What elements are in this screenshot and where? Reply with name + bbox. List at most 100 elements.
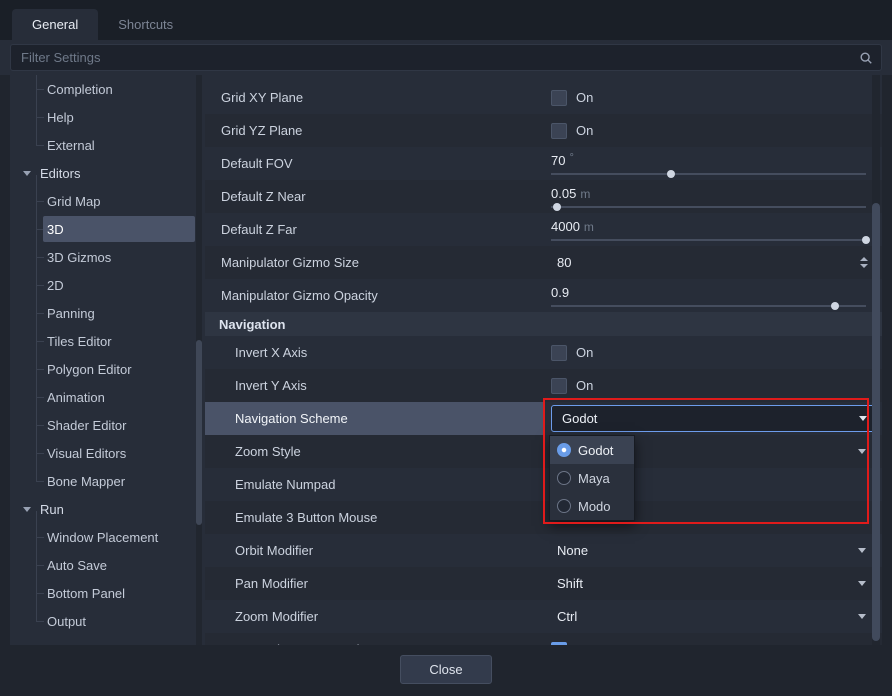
sidebar-item-shader-editor[interactable]: Shader Editor <box>10 411 205 439</box>
checkbox-label: On <box>576 378 593 393</box>
sidebar-item-visual-editors[interactable]: Visual Editors <box>10 439 205 467</box>
sidebar-item-label: Panning <box>47 306 95 321</box>
dropdown-option-label: Godot <box>578 443 613 458</box>
slider-grabber[interactable] <box>862 236 870 244</box>
checkbox[interactable] <box>551 345 567 361</box>
sidebar-item-label: Run <box>40 502 64 517</box>
slider-grabber[interactable] <box>667 170 675 178</box>
settings-content: Completion Help External Editors Grid Ma… <box>10 75 882 645</box>
sidebar-item-3d-gizmos[interactable]: 3D Gizmos <box>10 243 205 271</box>
setting-label[interactable]: Default Z Far <box>205 213 545 246</box>
setting-label[interactable]: Default FOV <box>205 147 545 180</box>
checkbox[interactable] <box>551 123 567 139</box>
sidebar-item-bone-mapper[interactable]: Bone Mapper <box>10 467 205 495</box>
spinner-arrows-icon[interactable] <box>860 257 868 268</box>
setting-row-navigation-scheme: Navigation Scheme Godot <box>205 402 882 435</box>
setting-label[interactable]: Invert X Axis <box>205 336 545 369</box>
radio-icon <box>557 499 571 513</box>
sidebar-item-help[interactable]: Help <box>10 103 205 131</box>
slider-value[interactable]: 70 <box>551 153 565 168</box>
slider-grabber[interactable] <box>553 203 561 211</box>
tree-scrollbar[interactable] <box>196 75 202 645</box>
sidebar-item-label: Polygon Editor <box>47 362 132 377</box>
filter-settings-field[interactable] <box>10 44 882 71</box>
setting-label[interactable]: Emulate Numpad <box>205 468 545 501</box>
sidebar-item-label: Editors <box>40 166 80 181</box>
sidebar-item-external[interactable]: External <box>10 131 205 159</box>
setting-label[interactable]: Orbit Modifier <box>205 534 545 567</box>
chevron-down-icon[interactable] <box>858 449 866 454</box>
sidebar-item-bottom-panel[interactable]: Bottom Panel <box>10 579 205 607</box>
slider-grabber[interactable] <box>831 302 839 310</box>
setting-row: Manipulator Gizmo Opacity 0.9 <box>205 279 882 312</box>
settings-scrollbar[interactable] <box>872 75 880 645</box>
dropdown-option-maya[interactable]: Maya <box>550 464 634 492</box>
tree-scrollbar-thumb[interactable] <box>196 340 202 525</box>
setting-label[interactable]: Grid YZ Plane <box>205 114 545 147</box>
sidebar-item-animation[interactable]: Animation <box>10 383 205 411</box>
tab-label: General <box>32 17 78 32</box>
chevron-down-icon[interactable] <box>858 548 866 553</box>
checkbox[interactable] <box>551 90 567 106</box>
slider-value[interactable]: 0.9 <box>551 285 569 300</box>
sidebar-item-panning[interactable]: Panning <box>10 299 205 327</box>
settings-tree: Completion Help External Editors Grid Ma… <box>10 75 205 645</box>
sidebar-item-polygon-editor[interactable]: Polygon Editor <box>10 355 205 383</box>
sidebar-item-run[interactable]: Run <box>10 495 205 523</box>
sidebar-item-auto-save[interactable]: Auto Save <box>10 551 205 579</box>
sidebar-item-output[interactable]: Output <box>10 607 205 635</box>
sidebar-item-label: Window Placement <box>47 530 158 545</box>
dropdown-option-modo[interactable]: Modo <box>550 492 634 520</box>
spinner-value[interactable]: 80 <box>551 255 571 270</box>
slider-track[interactable] <box>551 239 866 241</box>
close-button[interactable]: Close <box>400 655 491 684</box>
setting-label[interactable]: Invert Y Axis <box>205 369 545 402</box>
setting-row: Default Z Near 0.05 m <box>205 180 882 213</box>
sidebar-item-completion[interactable]: Completion <box>10 75 205 103</box>
sidebar-item-label: Visual Editors <box>47 446 126 461</box>
chevron-down-icon <box>23 171 31 176</box>
chevron-down-icon[interactable] <box>858 614 866 619</box>
sidebar-item-label: Auto Save <box>47 558 107 573</box>
sidebar-item-tiles-editor[interactable]: Tiles Editor <box>10 327 205 355</box>
slider-track[interactable] <box>551 206 866 208</box>
sidebar-item-window-placement[interactable]: Window Placement <box>10 523 205 551</box>
setting-label[interactable]: Manipulator Gizmo Opacity <box>205 279 545 312</box>
setting-label[interactable]: Navigation Scheme <box>205 402 545 435</box>
settings-scrollbar-thumb[interactable] <box>872 203 880 641</box>
sidebar-item-label: External <box>47 138 95 153</box>
chevron-down-icon <box>23 507 31 512</box>
sidebar-item-grid-map[interactable]: Grid Map <box>10 187 205 215</box>
search-input[interactable] <box>19 49 859 66</box>
setting-label[interactable]: Warped Mouse Panning <box>205 633 545 645</box>
setting-label[interactable]: Default Z Near <box>205 180 545 213</box>
value-suffix: m <box>580 187 590 201</box>
setting-row: Zoom Modifier Ctrl <box>205 600 882 633</box>
section-header-navigation: Navigation <box>205 312 882 336</box>
sidebar-item-label: Completion <box>47 82 113 97</box>
tab-shortcuts[interactable]: Shortcuts <box>98 9 193 40</box>
slider-track[interactable] <box>551 173 866 175</box>
sidebar-item-editors[interactable]: Editors <box>10 159 205 187</box>
slider-value[interactable]: 0.05 <box>551 186 576 201</box>
slider-track[interactable] <box>551 305 866 307</box>
sidebar-item-3d[interactable]: 3D <box>10 215 205 243</box>
setting-label[interactable]: Zoom Style <box>205 435 545 468</box>
setting-label[interactable]: Pan Modifier <box>205 567 545 600</box>
setting-label[interactable]: Manipulator Gizmo Size <box>205 246 545 279</box>
setting-label[interactable]: Zoom Modifier <box>205 600 545 633</box>
sidebar-item-2d[interactable]: 2D <box>10 271 205 299</box>
chevron-down-icon[interactable] <box>858 581 866 586</box>
tab-general[interactable]: General <box>12 9 98 40</box>
dropdown-option-label: Maya <box>578 471 610 486</box>
slider-value[interactable]: 4000 <box>551 219 580 234</box>
setting-row: Default FOV 70° <box>205 147 882 180</box>
radio-selected-icon <box>557 443 571 457</box>
checkbox[interactable] <box>551 378 567 394</box>
dropdown-value: None <box>551 543 588 558</box>
setting-label[interactable]: Emulate 3 Button Mouse <box>205 501 545 534</box>
dropdown-option-godot[interactable]: Godot <box>550 436 634 464</box>
navigation-scheme-dropdown[interactable]: Godot <box>551 405 878 432</box>
sidebar-item-label: 2D <box>47 278 64 293</box>
setting-label[interactable]: Grid XY Plane <box>205 81 545 114</box>
